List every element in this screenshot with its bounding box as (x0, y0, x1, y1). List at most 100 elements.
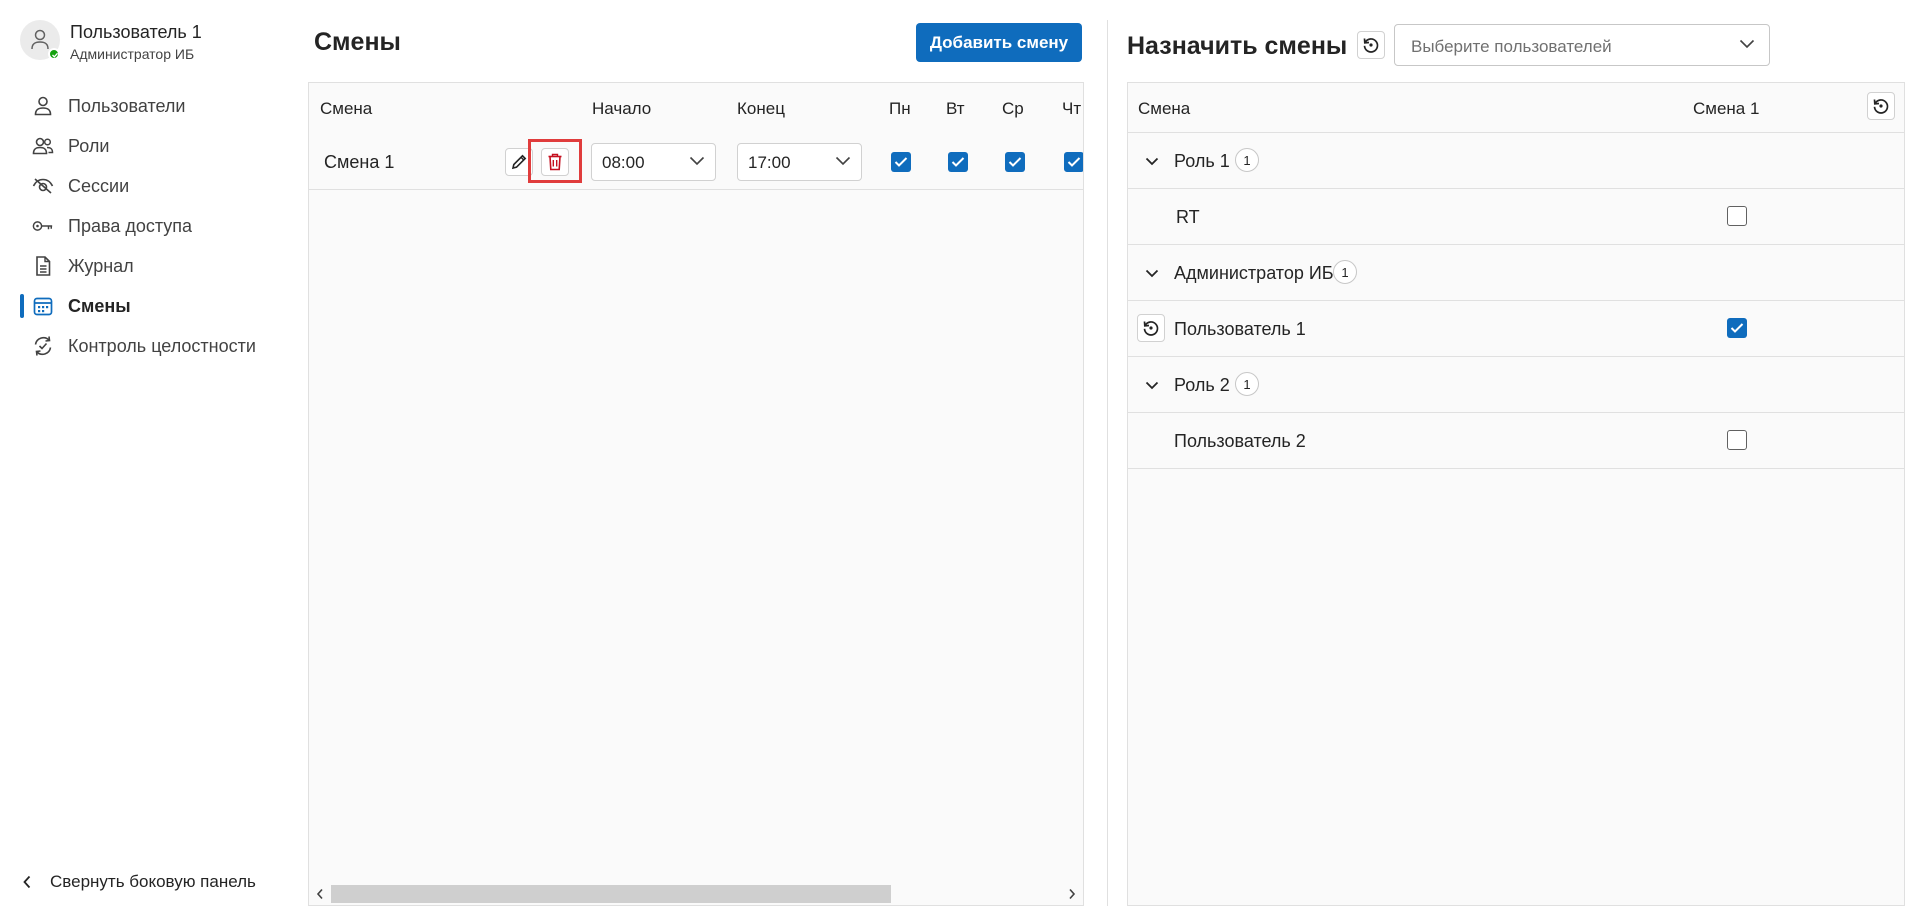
shifts-table: Смена Начало Конец Пн Вт Ср Чт Смена 1 0… (308, 82, 1084, 906)
end-time-value: 17:00 (748, 153, 791, 172)
user-card[interactable]: Пользователь 1 Администратор ИБ (20, 20, 280, 64)
user-row: RT (1128, 189, 1904, 245)
user-role: Администратор ИБ (70, 46, 195, 62)
column-header-mon[interactable]: Пн (889, 99, 911, 119)
panel-divider (1107, 20, 1108, 906)
sidebar-item-label: Роли (68, 135, 110, 156)
assign-shift-checkbox[interactable] (1727, 318, 1747, 338)
reset-icon (1143, 321, 1159, 336)
expand-group-toggle[interactable] (1144, 153, 1160, 169)
user-name: RT (1176, 207, 1200, 227)
column-header-shift-1[interactable]: Смена 1 (1693, 99, 1759, 119)
user-name: Пользователь 2 (1174, 431, 1306, 451)
sidebar-item-integrity-control[interactable]: Контроль целостности (0, 326, 290, 366)
column-header-tue[interactable]: Вт (946, 99, 965, 119)
assign-shift-checkbox[interactable] (1727, 206, 1747, 226)
assign-table: Смена Смена 1 Роль 1 1 RT Администратор … (1127, 82, 1905, 906)
role-group-row[interactable]: Роль 1 1 (1128, 133, 1904, 189)
sidebar-item-shifts[interactable]: Смены (0, 286, 290, 326)
user-row: Пользователь 1 (1128, 301, 1904, 357)
checkmark-icon (1067, 157, 1081, 167)
presence-available-icon (48, 48, 60, 60)
people-icon (32, 135, 54, 157)
user-name: Пользователь 1 (1174, 319, 1306, 339)
expand-group-toggle[interactable] (1144, 377, 1160, 393)
sidebar-item-access-rights[interactable]: Права доступа (0, 206, 290, 246)
user-row: Пользователь 2 (1128, 413, 1904, 469)
chevron-left-icon (22, 875, 32, 889)
expand-group-toggle[interactable] (1144, 265, 1160, 281)
start-time-select[interactable]: 08:00 (591, 143, 716, 181)
eye-off-icon (32, 175, 54, 197)
chevron-down-icon (835, 156, 851, 166)
scroll-right-arrow[interactable] (1064, 886, 1080, 902)
sync-check-icon (32, 335, 54, 357)
chevron-down-icon (1145, 269, 1159, 277)
assign-shift-checkbox[interactable] (1727, 430, 1747, 450)
tuesday-checkbox[interactable] (948, 152, 968, 172)
chevron-down-icon (689, 156, 705, 166)
shifts-table-header: Смена Начало Конец Пн Вт Ср Чт (309, 83, 1083, 134)
role-group-row[interactable]: Роль 2 1 (1128, 357, 1904, 413)
reset-assignments-button[interactable] (1357, 31, 1385, 59)
reset-column-button[interactable] (1867, 92, 1895, 120)
user-name: Пользователь 1 (70, 22, 202, 42)
scrollbar-thumb[interactable] (331, 885, 891, 903)
calendar-icon (32, 295, 54, 317)
reset-icon (1363, 38, 1379, 53)
sidebar-item-roles[interactable]: Роли (0, 126, 290, 166)
column-header-wed[interactable]: Ср (1002, 99, 1024, 119)
sidebar-item-label: Журнал (68, 255, 134, 276)
add-shift-button[interactable]: Добавить смену (916, 23, 1082, 62)
pencil-icon (511, 154, 527, 170)
monday-checkbox[interactable] (891, 152, 911, 172)
checkmark-icon (894, 157, 908, 167)
sidebar-item-sessions[interactable]: Сессии (0, 166, 290, 206)
role-group-row[interactable]: Администратор ИБ 1 (1128, 245, 1904, 301)
role-name: Роль 1 (1174, 151, 1230, 171)
sidebar-item-journal[interactable]: Журнал (0, 246, 290, 286)
column-header-thu[interactable]: Чт (1062, 99, 1081, 119)
sidebar-item-label: Пользователи (68, 95, 186, 116)
page-title: Смены (314, 28, 401, 56)
document-icon (32, 255, 54, 277)
key-icon (32, 215, 54, 237)
column-header-shift[interactable]: Смена (1138, 99, 1190, 119)
collapse-sidebar-button[interactable]: Свернуть боковую панель (22, 872, 256, 892)
sidebar-item-label: Права доступа (68, 215, 193, 236)
chevron-right-icon (1069, 888, 1076, 900)
sidebar-item-label: Контроль целостности (68, 335, 256, 356)
checkmark-icon (1730, 323, 1744, 333)
checkmark-icon (1008, 157, 1022, 167)
avatar (20, 20, 60, 60)
reset-icon (1873, 99, 1889, 114)
assign-shifts-title: Назначить смены (1127, 32, 1348, 60)
person-icon (32, 95, 54, 117)
user-select-placeholder: Выберите пользователей (1411, 37, 1612, 56)
count-badge: 1 (1235, 372, 1259, 396)
reset-user-button[interactable] (1137, 314, 1165, 342)
chevron-down-icon (1145, 381, 1159, 389)
sidebar-item-users[interactable]: Пользователи (0, 86, 290, 126)
chevron-down-icon (1145, 157, 1159, 165)
column-header-start[interactable]: Начало (592, 99, 651, 119)
thursday-checkbox[interactable] (1064, 152, 1083, 172)
person-avatar-icon (31, 29, 49, 50)
scroll-left-arrow[interactable] (312, 886, 328, 902)
count-badge: 1 (1333, 260, 1357, 284)
user-select-dropdown[interactable]: Выберите пользователей (1394, 24, 1770, 66)
chevron-left-icon (316, 888, 323, 900)
sidebar-nav: Пользователи Роли Сессии Права доступа Ж… (0, 86, 290, 366)
wednesday-checkbox[interactable] (1005, 152, 1025, 172)
column-header-end[interactable]: Конец (737, 99, 785, 119)
start-time-value: 08:00 (602, 153, 645, 172)
assign-table-header: Смена Смена 1 (1128, 83, 1904, 133)
end-time-select[interactable]: 17:00 (737, 143, 862, 181)
sidebar-item-label: Смены (68, 295, 131, 316)
horizontal-scrollbar[interactable] (309, 883, 1083, 905)
column-header-shift[interactable]: Смена (320, 99, 372, 119)
count-badge: 1 (1235, 148, 1259, 172)
role-name: Роль 2 (1174, 375, 1230, 395)
delete-button-highlight (528, 139, 582, 183)
sidebar-item-label: Сессии (68, 175, 130, 196)
